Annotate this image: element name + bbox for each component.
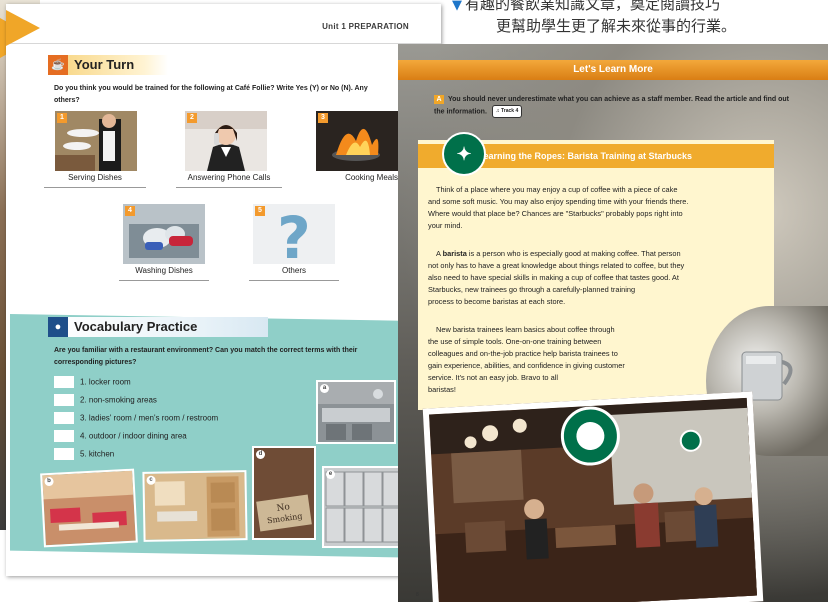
vocab-picture-e: e xyxy=(322,466,404,548)
cafe-interior-illustration xyxy=(429,397,760,602)
receptionist-illustration xyxy=(185,111,267,171)
triangle-bullet-icon: ▼ xyxy=(452,0,462,13)
question-mark-illustration: ? xyxy=(253,204,335,264)
vocab-heading: ● Vocabulary Practice xyxy=(48,317,268,337)
section-letter: A xyxy=(434,95,444,104)
answer-box[interactable] xyxy=(54,394,74,406)
vocab-term-5: 5. kitchen xyxy=(54,448,114,460)
starbucks-logo-icon: ✦ xyxy=(442,132,486,176)
starbucks-cafe-photo xyxy=(422,391,764,602)
page-header: Unit 1 PREPARATION xyxy=(6,4,441,46)
vocab-picture-a: a xyxy=(316,380,396,444)
caption-line-1: 有趣的餐飲業知識文章，奠定閱讀技巧 xyxy=(465,0,721,13)
flame-pan-illustration xyxy=(316,111,406,171)
instruction-text: A You should never underestimate what you… xyxy=(434,94,794,118)
answer-box[interactable] xyxy=(54,430,74,442)
answer-box[interactable] xyxy=(54,448,74,460)
right-page: Let's Learn More A You should never under… xyxy=(398,44,828,602)
answer-box[interactable] xyxy=(54,376,74,388)
unit-label: Unit 1 PREPARATION xyxy=(322,22,409,31)
no-smoking-sign-illustration: NoSmoking xyxy=(254,448,314,538)
item-label-serving: Serving Dishes xyxy=(44,173,146,188)
restroom-illustration xyxy=(144,472,246,540)
item-label-washing: Washing Dishes xyxy=(119,266,209,281)
vocab-picture-c: c xyxy=(142,470,248,542)
cup-icon: ☕ xyxy=(48,55,68,75)
item-label-phone: Answering Phone Calls xyxy=(176,173,282,188)
left-page: Unit 1 PREPARATION ☕ Your Turn Do you th… xyxy=(6,4,441,576)
lockers-illustration xyxy=(324,468,402,546)
item-label-others: Others xyxy=(249,266,339,281)
dining-area-illustration xyxy=(42,470,136,546)
item-label-cooking: Cooking Meals xyxy=(345,173,398,182)
article-paragraph-2: A barista is a person who is especially … xyxy=(428,249,685,306)
article-paragraph-3: New barista trainees learn basics about … xyxy=(428,325,625,394)
svg-text:?: ? xyxy=(277,204,311,264)
phone-calls-photo: 2 xyxy=(185,111,267,171)
vocab-term-4: 4. outdoor / indoor dining area xyxy=(54,430,187,442)
keyword-barista: barista xyxy=(442,249,467,258)
answer-box[interactable] xyxy=(54,412,74,424)
others-photo: ? 5 xyxy=(253,204,335,264)
vocab-term-1: 1. locker room xyxy=(54,376,131,388)
svg-text:No: No xyxy=(276,502,291,514)
article-paragraph-1: Think of a place where you may enjoy a c… xyxy=(428,185,689,230)
sink-illustration xyxy=(123,204,205,264)
textbook-spread: ▼ 有趣的餐飲業知識文章，奠定閱讀技巧 更幫助學生更了解未來從事的行業。 Unit… xyxy=(0,0,828,602)
vocab-term-3: 3. ladies' room / men's room / restroom xyxy=(54,412,218,424)
lets-learn-more-banner: Let's Learn More xyxy=(398,60,828,80)
page-tab-marker xyxy=(6,10,40,46)
audio-track-button[interactable]: ♫ Track 4 xyxy=(491,105,523,118)
serving-dishes-photo: 1 xyxy=(55,111,137,171)
vocab-picture-d: No Smoking d xyxy=(252,446,316,540)
speech-bubble-icon: ● xyxy=(48,317,68,337)
vocab-question: Are you familiar with a restaurant envir… xyxy=(54,347,358,366)
vocab-picture-b: b xyxy=(40,468,138,548)
washing-dishes-photo: 4 xyxy=(123,204,205,264)
kitchen-illustration xyxy=(318,382,394,442)
waiter-illustration xyxy=(55,111,137,171)
page-number: 8 xyxy=(416,592,419,598)
your-turn-question: Do you think you would be trained for th… xyxy=(54,85,368,104)
promo-caption: ▼ 有趣的餐飲業知識文章，奠定閱讀技巧 更幫助學生更了解未來從事的行業。 xyxy=(452,0,828,37)
cooking-photo: 3 xyxy=(316,111,406,171)
caption-line-2: 更幫助學生更了解未來從事的行業。 xyxy=(496,17,737,35)
your-turn-heading: ☕ Your Turn xyxy=(48,55,168,75)
vocab-term-2: 2. non-smoking areas xyxy=(54,394,157,406)
